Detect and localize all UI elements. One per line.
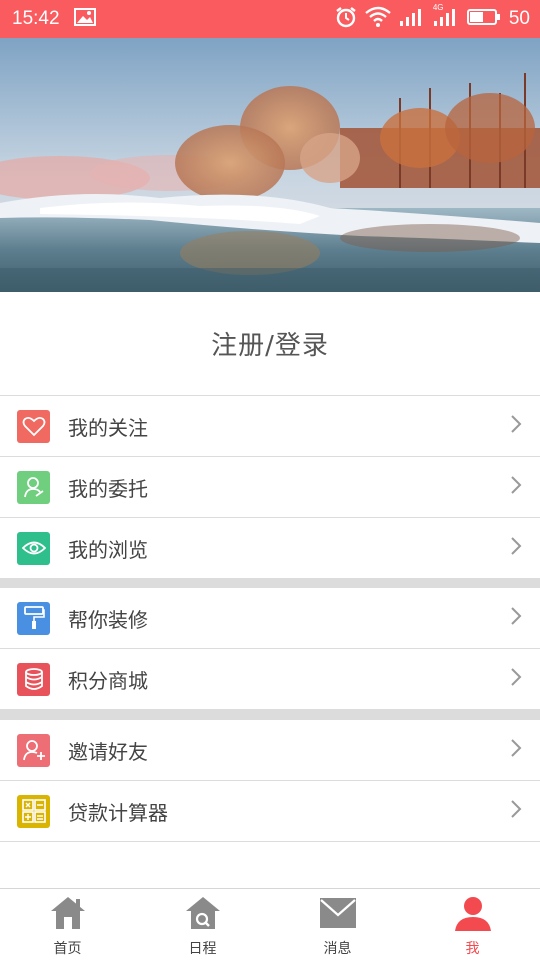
battery-level: 50 (508, 8, 530, 29)
tab-label: 日程 (188, 941, 217, 957)
menu-item-renovation[interactable]: 帮你装修 (0, 588, 540, 649)
user-icon (454, 895, 492, 935)
chevron-right-icon (510, 606, 522, 630)
battery-icon (466, 8, 501, 30)
login-area[interactable]: 注册/登录 (0, 292, 540, 396)
home-search-icon (184, 895, 222, 935)
chevron-right-icon (510, 738, 522, 762)
banner-image (0, 38, 540, 292)
tab-me[interactable]: 我 (405, 889, 540, 960)
menu-item-invite-friends[interactable]: 邀请好友 (0, 720, 540, 781)
status-bar: 15:42 4G 50 (0, 0, 540, 38)
calculator-icon (17, 794, 50, 828)
menu-label: 帮你装修 (68, 607, 148, 632)
menu-label: 积分商城 (68, 668, 148, 693)
menu-label: 我的关注 (68, 415, 148, 440)
tab-home[interactable]: 首页 (0, 889, 135, 960)
menu-label: 邀请好友 (68, 739, 148, 764)
menu-item-my-commissions[interactable]: 我的委托 (0, 457, 540, 518)
tab-schedule[interactable]: 日程 (135, 889, 270, 960)
menu-label: 我的委托 (68, 476, 148, 501)
chevron-right-icon (510, 475, 522, 499)
signal-4g-icon: 4G (433, 3, 459, 31)
coins-icon (17, 662, 50, 696)
chevron-right-icon (510, 799, 522, 823)
chevron-right-icon (510, 536, 522, 560)
wifi-icon (365, 6, 391, 32)
status-time: 15:42 (12, 8, 60, 29)
menu-item-my-follows[interactable]: 我的关注 (0, 396, 540, 457)
home-icon (49, 895, 87, 935)
menu-group-2: 帮你装修 积分商城 (0, 588, 540, 710)
menu-group-1: 我的关注 我的委托 我的浏览 (0, 396, 540, 579)
person-icon (17, 470, 50, 504)
tab-label: 消息 (323, 941, 352, 957)
eye-icon (17, 531, 50, 565)
menu-item-my-browsing[interactable]: 我的浏览 (0, 518, 540, 579)
tab-messages[interactable]: 消息 (270, 889, 405, 960)
menu-item-points-mall[interactable]: 积分商城 (0, 649, 540, 710)
signal-icon (399, 7, 425, 31)
menu-label: 贷款计算器 (68, 800, 168, 825)
add-friend-icon (17, 733, 50, 767)
section-divider (0, 578, 540, 588)
tab-label: 我 (465, 941, 480, 957)
paint-roller-icon (17, 601, 50, 635)
menu-item-loan-calculator[interactable]: 贷款计算器 (0, 781, 540, 842)
login-register-link[interactable]: 注册/登录 (211, 325, 329, 362)
bottom-tab-bar: 首页 日程 消息 我 (0, 888, 540, 960)
gallery-icon (73, 8, 96, 30)
heart-icon (17, 409, 50, 443)
menu-label: 我的浏览 (68, 537, 148, 562)
section-divider (0, 710, 540, 720)
tab-label: 首页 (53, 941, 82, 957)
menu-group-3: 邀请好友 贷款计算器 (0, 720, 540, 842)
mail-icon (319, 895, 357, 935)
alarm-icon (335, 6, 357, 32)
chevron-right-icon (510, 667, 522, 691)
chevron-right-icon (510, 414, 522, 438)
